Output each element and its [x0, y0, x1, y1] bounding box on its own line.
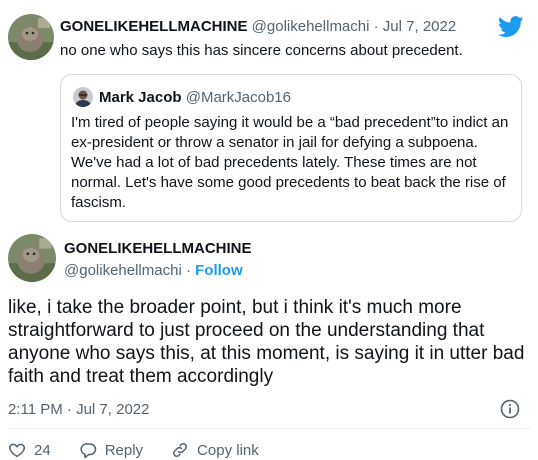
like-count: 24: [34, 441, 51, 459]
main-avatar[interactable]: [8, 234, 56, 282]
divider: [8, 428, 532, 429]
main-handle-row: @golikehellmachi · Follow: [64, 262, 243, 279]
tweet-actions: 24 Reply Copy link: [8, 440, 259, 460]
like-button[interactable]: 24: [8, 441, 51, 459]
follow-button[interactable]: Follow: [195, 262, 243, 279]
reply-button[interactable]: Reply: [79, 441, 143, 459]
parent-avatar[interactable]: [8, 14, 54, 60]
copy-link-label: Copy link: [197, 441, 259, 459]
main-tweet-text: like, i take the broader point, but i th…: [8, 297, 525, 387]
parent-tweet-header: GONELIKEHELLMACHINE @golikehellmachi · J…: [60, 18, 456, 35]
quoted-display-name: Mark Jacob: [99, 88, 182, 106]
quoted-tweet-card[interactable]: Mark Jacob @MarkJacob16 I'm tired of peo…: [60, 74, 522, 222]
reply-icon: [80, 443, 96, 459]
parent-handle[interactable]: @golikehellmachi: [252, 18, 370, 35]
parent-date[interactable]: Jul 7, 2022: [383, 18, 456, 35]
info-icon[interactable]: [500, 399, 520, 419]
main-display-name[interactable]: GONELIKEHELLMACHINE: [64, 240, 252, 257]
quoted-avatar: [73, 87, 93, 107]
twitter-bird-icon[interactable]: [498, 16, 524, 38]
parent-tweet-text: no one who says this has sincere concern…: [60, 42, 463, 59]
main-handle[interactable]: @golikehellmachi: [64, 262, 182, 279]
quoted-tweet-text: I'm tired of people saying it would be a…: [71, 114, 509, 211]
main-separator: ·: [181, 262, 196, 279]
reply-label: Reply: [104, 441, 144, 459]
quoted-handle: @MarkJacob16: [185, 88, 291, 106]
quoted-tweet-header: Mark Jacob @MarkJacob16: [73, 87, 291, 107]
parent-separator: ·: [369, 18, 383, 35]
parent-display-name[interactable]: GONELIKEHELLMACHINE: [60, 18, 248, 35]
link-icon: [173, 442, 188, 458]
copy-link-button[interactable]: Copy link: [171, 441, 259, 459]
heart-icon: [9, 443, 25, 458]
main-tweet-timestamp[interactable]: 2:11 PM · Jul 7, 2022: [8, 401, 149, 418]
